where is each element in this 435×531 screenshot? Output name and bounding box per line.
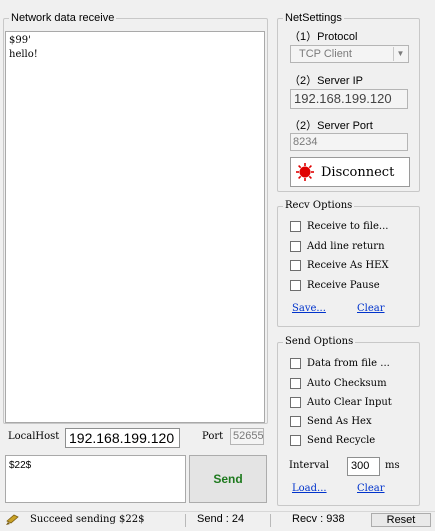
checkbox-label: Send Recycle	[307, 435, 376, 446]
recv-options-legend: Recv Options	[285, 200, 353, 211]
checkbox-box[interactable]	[290, 260, 301, 271]
checkbox-box[interactable]	[290, 378, 301, 389]
auto-clear-input-checkbox[interactable]: Auto Clear Input	[290, 397, 392, 408]
protocol-label: （1）Protocol	[289, 31, 358, 43]
receive-textarea[interactable]: $99' hello!	[5, 31, 265, 423]
interval-input[interactable]: 300	[347, 457, 380, 476]
receive-as-hex-checkbox[interactable]: Receive As HEX	[290, 260, 389, 271]
checkbox-label: Receive As HEX	[307, 260, 389, 271]
checkbox-label: Send As Hex	[307, 416, 372, 427]
checkbox-label: Auto Checksum	[307, 378, 387, 389]
auto-checksum-checkbox[interactable]: Auto Checksum	[290, 378, 387, 389]
status-divider	[185, 514, 186, 527]
disconnect-button[interactable]: Disconnect	[290, 157, 410, 187]
receive-to-file-checkbox[interactable]: Receive to file...	[290, 221, 388, 232]
server-port-field[interactable]: 8234	[290, 133, 408, 151]
clear-recv-link[interactable]: Clear	[357, 303, 385, 314]
interval-label: Interval	[289, 460, 329, 471]
checkbox-label: Receive Pause	[307, 280, 380, 291]
status-bar: Succeed sending $22$ Send : 24 Recv : 93…	[0, 511, 435, 527]
recv-count: Recv : 938	[292, 513, 345, 525]
checkbox-box[interactable]	[290, 358, 301, 369]
data-from-file-checkbox[interactable]: Data from file ...	[290, 358, 390, 369]
load-link[interactable]: Load...	[292, 483, 327, 494]
checkbox-label: Data from file ...	[307, 358, 390, 369]
status-divider	[270, 514, 271, 527]
server-port-label: （2）Server Port	[289, 120, 373, 132]
disconnect-label: Disconnect	[321, 164, 395, 180]
send-button[interactable]: Send	[189, 455, 267, 503]
server-ip-label: （2）Server IP	[289, 75, 363, 87]
add-line-return-checkbox[interactable]: Add line return	[290, 241, 385, 252]
send-as-hex-checkbox[interactable]: Send As Hex	[290, 416, 372, 427]
receive-pause-checkbox[interactable]: Receive Pause	[290, 280, 380, 291]
localhost-label: LocalHost	[8, 431, 60, 442]
send-count: Send : 24	[197, 513, 245, 525]
reset-button[interactable]: Reset	[371, 513, 431, 527]
status-indicator-icon	[295, 162, 315, 182]
status-message: Succeed sending $22$	[30, 514, 145, 525]
checkbox-box[interactable]	[290, 221, 301, 232]
checkbox-box[interactable]	[290, 397, 301, 408]
send-textarea[interactable]: $22$	[5, 455, 186, 503]
protocol-value: TCP Client	[299, 48, 352, 60]
checkbox-label: Auto Clear Input	[307, 397, 392, 408]
send-status-icon	[5, 512, 23, 528]
interval-unit: ms	[385, 460, 400, 471]
checkbox-box[interactable]	[290, 241, 301, 252]
checkbox-box[interactable]	[290, 280, 301, 291]
net-settings-legend: NetSettings	[285, 12, 342, 24]
checkbox-box[interactable]	[290, 435, 301, 446]
local-port-field[interactable]: 52655	[230, 428, 264, 445]
port-label: Port	[202, 431, 224, 442]
localhost-ip-field[interactable]: 192.168.199.120	[65, 428, 180, 448]
send-options-legend: Send Options	[285, 336, 354, 347]
send-recycle-checkbox[interactable]: Send Recycle	[290, 435, 375, 446]
checkbox-label: Receive to file...	[307, 221, 389, 232]
checkbox-label: Add line return	[307, 241, 385, 252]
protocol-select[interactable]: TCP Client ▼	[290, 45, 409, 63]
clear-send-link[interactable]: Clear	[357, 483, 385, 494]
server-ip-field[interactable]: 192.168.199.120	[290, 89, 408, 109]
save-link[interactable]: Save...	[292, 303, 326, 314]
receive-legend: Network data receive	[11, 12, 115, 24]
checkbox-box[interactable]	[290, 416, 301, 427]
chevron-down-icon[interactable]: ▼	[393, 47, 407, 61]
